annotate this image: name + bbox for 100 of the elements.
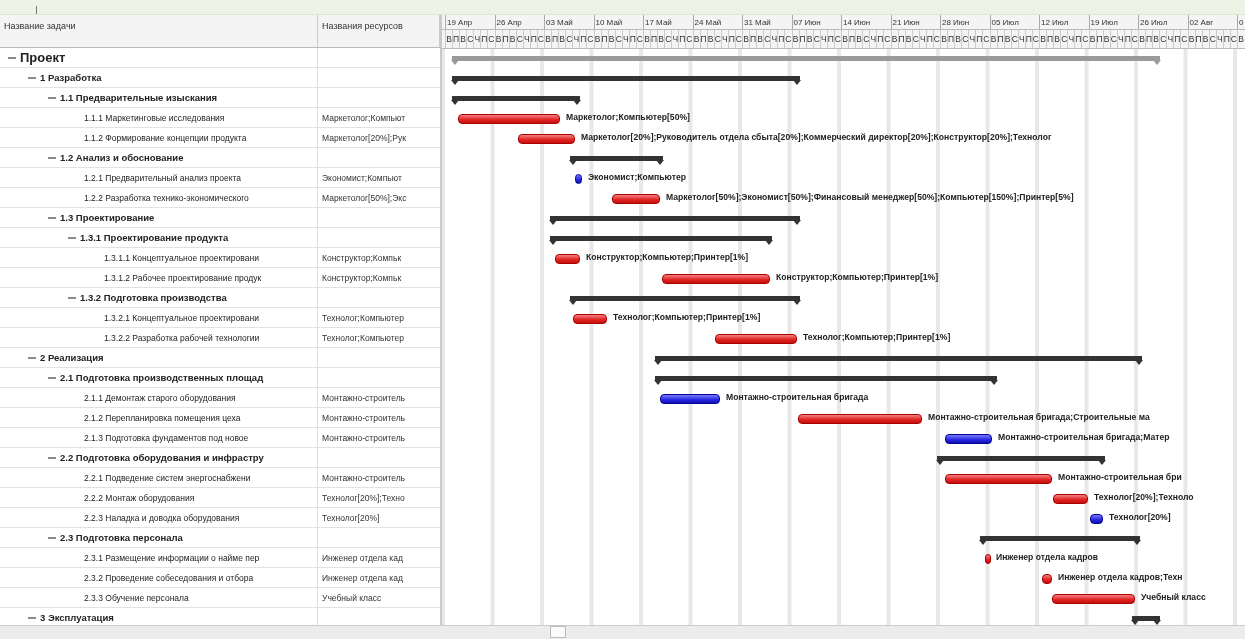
resource-names: Монтажно-строитель (322, 392, 406, 403)
bar-label: Маркетолог;Компьютер[50%] (566, 112, 690, 122)
week-label: 19 Июл (1088, 15, 1138, 29)
task-name: 1.2.2 Разработка технико-экономического (84, 192, 249, 203)
day-letter: Ч (1067, 30, 1075, 48)
day-letter: П (579, 30, 587, 48)
week-label: 19 Апр (445, 15, 495, 29)
bar-label: Маркетолог[50%];Экономист[50%];Финансовый менеджер[50%];Компьютер[150%];Принтер[5%] (666, 192, 1074, 202)
bar-label: Маркетолог[20%];Руководитель отдела сбыта[20%];Коммерческий директор[20%];Конструктор[20%];Технолог (581, 132, 1052, 142)
day-letter: В (494, 30, 502, 48)
task-bar[interactable] (555, 254, 580, 264)
task-name: 2.3.2 Проведение собеседования и отбора (84, 572, 254, 583)
day-letter: В (890, 30, 898, 48)
day-letter: С (883, 30, 891, 48)
day-letter: В (855, 30, 863, 48)
task-name: 1.3.2.2 Разработка рабочей технологии (104, 332, 260, 343)
task-name: 1.1.2 Формирование концепции продукта (84, 132, 247, 143)
day-letter: П (1194, 30, 1202, 48)
day-letter: В (756, 30, 764, 48)
week-label: 0 (1237, 15, 1245, 29)
resource-names: Маркетолог[20%];Рук (322, 132, 406, 143)
day-letter: Ч (1116, 30, 1124, 48)
task-name: 1.2 Анализ и обоснование (60, 152, 184, 163)
day-letter: С (1229, 30, 1237, 48)
day-letter: С (1031, 30, 1039, 48)
bar-label: Монтажно-строительная бригада (726, 392, 869, 402)
day-letter: П (699, 30, 707, 48)
task-name: 2.1.2 Перепланировка помещения цеха (84, 412, 241, 423)
task-name: 3 Эксплуатация (40, 612, 114, 623)
task-bar[interactable] (1090, 514, 1103, 524)
week-label: 26 Апр (494, 15, 544, 29)
bar-label: Технолог[20%];Техноло (1094, 492, 1194, 502)
task-name: 1.3.1 Проектирование продукта (80, 232, 229, 243)
day-letter: П (727, 30, 735, 48)
day-letter: П (480, 30, 488, 48)
day-letter: П (848, 30, 856, 48)
task-bar[interactable] (575, 174, 582, 184)
task-bar[interactable] (1042, 574, 1052, 584)
day-letter: В (706, 30, 714, 48)
day-letter: П (628, 30, 636, 48)
week-label: 03 Май (544, 15, 594, 29)
day-letter: В (904, 30, 912, 48)
task-name: 1 Разработка (40, 72, 102, 83)
week-label: 26 Июл (1138, 15, 1188, 29)
scroll-thumb[interactable] (550, 626, 566, 638)
day-letter: П (996, 30, 1004, 48)
task-bar[interactable] (612, 194, 660, 204)
day-letter: Ч (1017, 30, 1025, 48)
column-header[interactable]: Названия ресурсов (318, 15, 440, 47)
week-label: 07 Июн (791, 15, 841, 29)
task-bar[interactable] (985, 554, 991, 564)
week-label: 28 Июн (940, 15, 990, 29)
resource-names: Маркетолог[50%];Экс (322, 192, 407, 203)
task-name: 2.2.2 Монтаж оборудования (84, 492, 195, 503)
day-letter: В (805, 30, 813, 48)
day-letter: В (1138, 30, 1146, 48)
day-letter: С (833, 30, 841, 48)
week-label: 31 Май (742, 15, 792, 29)
day-letter: С (812, 30, 820, 48)
day-letter: С (565, 30, 573, 48)
day-letter: В (1102, 30, 1110, 48)
task-name: 2.2.1 Подведение систем энергоснабжени (84, 472, 251, 483)
day-letter: С (586, 30, 594, 48)
day-letter: С (664, 30, 672, 48)
week-label: 02 Авг (1187, 15, 1237, 29)
task-bar[interactable] (945, 434, 992, 444)
day-letter: С (536, 30, 544, 48)
task-name: 1.1.1 Маркетинговые исследования (84, 112, 225, 123)
task-bar[interactable] (573, 314, 607, 324)
day-letter: Ч (1166, 30, 1174, 48)
task-bar[interactable] (1053, 494, 1088, 504)
column-header[interactable]: Название задачи (0, 15, 318, 47)
day-letter: С (1060, 30, 1068, 48)
day-letter: П (678, 30, 686, 48)
day-letter: П (600, 30, 608, 48)
horizontal-scrollbar[interactable] (0, 625, 1245, 639)
task-name: Проект (20, 50, 66, 65)
day-letter: В (508, 30, 516, 48)
day-letter: П (749, 30, 757, 48)
resource-names: Монтажно-строитель (322, 472, 406, 483)
resource-names: Монтажно-строитель (322, 432, 406, 443)
day-letter: Ч (770, 30, 778, 48)
day-letter: П (529, 30, 537, 48)
task-name: 1.1 Предварительные изыскания (60, 92, 218, 103)
bar-label: Конструктор;Компьютер;Принтер[1%] (776, 272, 939, 282)
day-letter: П (897, 30, 905, 48)
day-letter: В (544, 30, 552, 48)
day-letter: П (826, 30, 834, 48)
day-letter: С (1010, 30, 1018, 48)
day-letter: В (1003, 30, 1011, 48)
day-letter: С (1081, 30, 1089, 48)
day-letter: Ч (1215, 30, 1223, 48)
task-name: 1.3.2 Подготовка производства (80, 292, 227, 303)
bar-label: Монтажно-строительная бри (1058, 472, 1182, 482)
day-letter: С (635, 30, 643, 48)
day-letter: С (784, 30, 792, 48)
day-letter: В (1237, 30, 1245, 48)
day-letter: С (1130, 30, 1138, 48)
task-name: 2.1.3 Подготовка фундаментов под новое (84, 432, 249, 443)
bar-label: Технолог;Компьютер;Принтер[1%] (613, 312, 761, 322)
